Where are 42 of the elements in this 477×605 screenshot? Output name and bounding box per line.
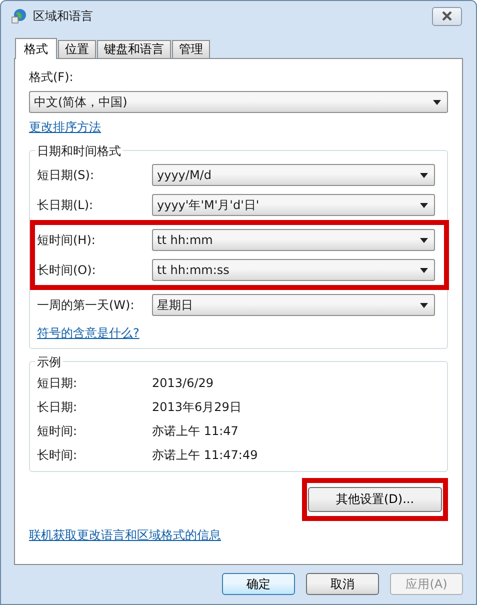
field-label: 长日期(L):	[37, 196, 94, 214]
caret-icon	[420, 238, 428, 242]
dropdown[interactable]: yyyy/M/d	[152, 164, 435, 186]
tab[interactable]: 键盘和语言	[97, 40, 171, 58]
tab[interactable]: 位置	[58, 40, 96, 58]
link[interactable]: 联机获取更改语言和区域格式的信息	[29, 527, 221, 544]
dropdown[interactable]: tt hh:mm:ss	[152, 259, 435, 281]
example-label: 短时间:	[37, 422, 78, 440]
caret-icon	[420, 172, 428, 178]
field-label: 短时间(H):	[37, 232, 96, 248]
example-label: 长时间:	[37, 446, 78, 464]
example-value: 亦诺上午 11:47	[152, 422, 240, 440]
field-label: 长时间(O):	[37, 262, 97, 278]
field-label: 格式(F):	[29, 69, 74, 86]
window-title: 区域和语言	[33, 8, 94, 24]
link[interactable]: 更改排序方法	[29, 119, 101, 136]
group-title: 示例	[35, 354, 63, 371]
tab[interactable]: 管理	[172, 40, 210, 58]
dropdown[interactable]: tt hh:mm	[152, 229, 435, 251]
dropdown[interactable]: yyyy'年'M'月'd'日'	[152, 194, 435, 216]
group-title: 日期和时间格式	[35, 143, 123, 160]
link[interactable]: 符号的含意是什么?	[37, 325, 140, 342]
globe-icon	[11, 8, 27, 24]
caret-icon	[420, 268, 428, 272]
tab[interactable]: 格式	[15, 38, 57, 59]
example-value: 亦诺上午 11:47:49	[152, 446, 259, 464]
other-settings-button[interactable]: 其他设置(D)...	[308, 487, 442, 512]
dropdown[interactable]: 中文(简体，中国)	[29, 91, 448, 113]
example-label: 长日期:	[37, 398, 78, 416]
dropdown[interactable]: 星期日	[152, 294, 435, 316]
close-button[interactable]	[432, 6, 462, 26]
example-value: 2013年6月29日	[152, 398, 242, 416]
caret-icon	[420, 302, 428, 308]
field-label: 短日期(S):	[37, 166, 96, 184]
dialog-button[interactable]: 取消	[306, 573, 379, 595]
caret-icon	[433, 100, 441, 104]
field-label: 一周的第一天(W):	[37, 296, 136, 314]
example-value: 2013/6/29	[152, 376, 215, 390]
dialog-button[interactable]: 确定	[222, 573, 295, 595]
example-label: 短日期:	[37, 374, 78, 392]
caret-icon	[420, 202, 428, 208]
close-icon	[441, 11, 453, 21]
